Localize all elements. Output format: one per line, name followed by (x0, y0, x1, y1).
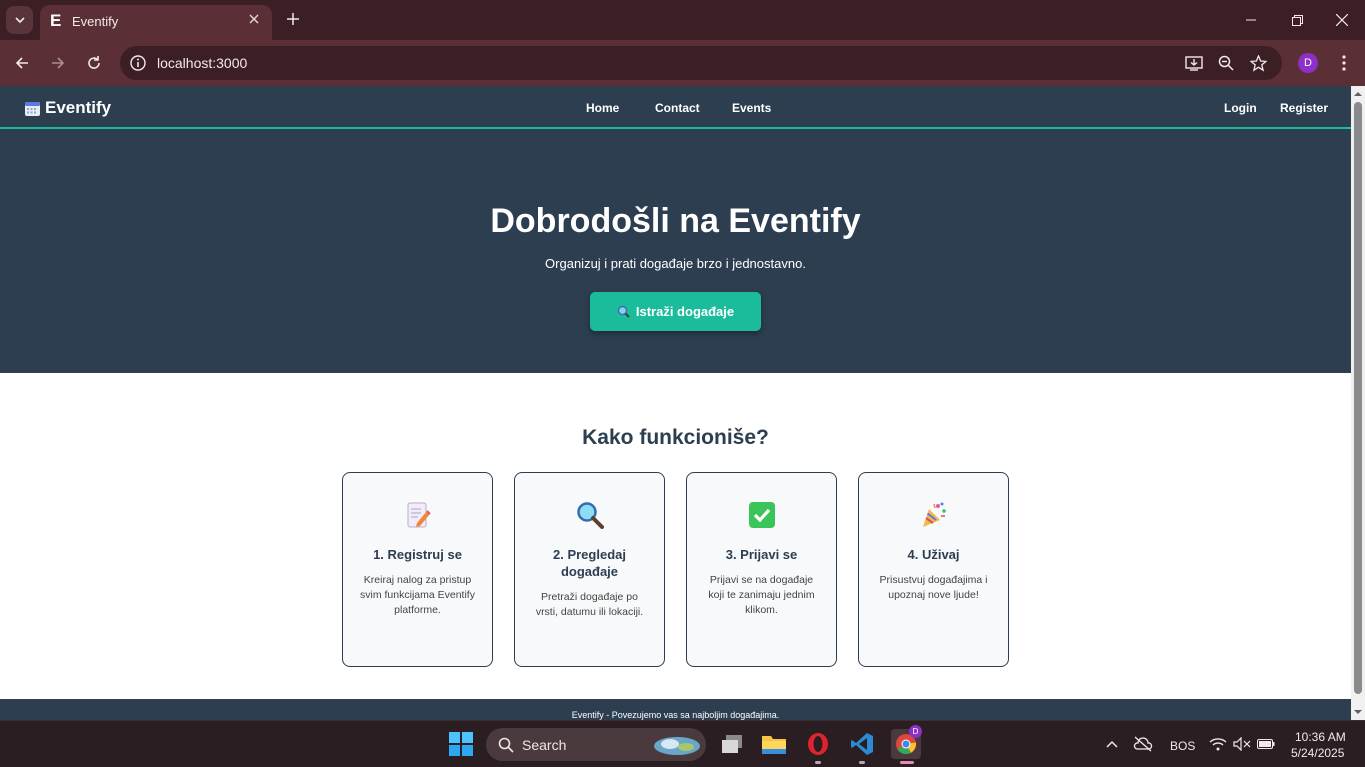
step-card-title: 2. Pregledaj događaje (553, 547, 626, 579)
brand-logo[interactable]: Eventify (24, 98, 111, 118)
site-footer: Eventify - Povezujemo vas sa najboljim d… (0, 699, 1351, 720)
running-indicator (859, 761, 865, 764)
site-navbar: Eventify Home Contact Events Login Regis… (0, 86, 1351, 129)
page-scrollbar[interactable] (1351, 86, 1365, 720)
explore-events-button[interactable]: Istraži događaje (590, 292, 761, 331)
start-button[interactable] (446, 729, 476, 759)
forward-button[interactable] (45, 50, 71, 76)
calendar-icon (25, 101, 40, 116)
active-indicator (900, 761, 914, 764)
taskbar-search-label: Search (522, 737, 567, 753)
step-card-title: 1. Registruj se (373, 547, 462, 562)
browser-toolbar: localhost:3000 D (0, 40, 1365, 86)
task-view-icon[interactable] (717, 729, 747, 759)
arrow-left-icon (15, 57, 28, 69)
restore-button[interactable] (1274, 0, 1320, 40)
nav-home-link[interactable]: Home (586, 101, 619, 115)
opera-browser-icon[interactable] (803, 729, 833, 759)
profile-avatar[interactable]: D (1298, 53, 1318, 73)
new-tab-button[interactable] (282, 8, 304, 30)
close-icon (1336, 14, 1348, 26)
restore-icon (1291, 14, 1303, 26)
magnifier-icon (515, 501, 664, 531)
explore-events-label: Istraži događaje (635, 304, 735, 319)
scroll-down-arrow-icon[interactable] (1354, 708, 1362, 716)
chrome-icon[interactable]: D (891, 725, 922, 759)
nav-login-link[interactable]: Login (1224, 101, 1257, 115)
party-popper-icon (859, 501, 1008, 531)
scroll-up-arrow-icon[interactable] (1354, 90, 1362, 98)
chevron-down-icon (14, 17, 25, 24)
tray-chevron-up-icon[interactable] (1097, 729, 1127, 759)
scrollbar-thumb[interactable] (1354, 102, 1362, 694)
taskbar-search[interactable]: Search (486, 728, 706, 761)
brand-name: Eventify (45, 98, 112, 117)
nav-events-link[interactable]: Events (732, 101, 771, 115)
tab-close-button[interactable] (244, 10, 264, 30)
minimize-button[interactable] (1228, 0, 1274, 40)
site-info-icon[interactable] (128, 53, 148, 73)
install-app-icon[interactable] (1184, 53, 1204, 73)
step-card-register: 1. Registruj se Kreiraj nalog za pristup… (342, 472, 493, 667)
file-explorer-icon[interactable] (759, 729, 789, 759)
search-highlight-icon (654, 737, 700, 755)
arrow-right-icon (52, 57, 65, 69)
url-text[interactable]: localhost:3000 (157, 55, 247, 71)
onedrive-offline-icon[interactable] (1128, 729, 1158, 759)
step-card-text: Prisustvuj događajima i upoznaj nove lju… (879, 574, 988, 601)
clock-date[interactable]: 5/24/2025 (1291, 746, 1344, 760)
browser-tab-bar: E Eventify (0, 0, 1365, 40)
check-mark-icon (687, 501, 836, 531)
page-viewport: Eventify Home Contact Events Login Regis… (0, 86, 1351, 720)
address-bar[interactable]: localhost:3000 (120, 46, 1282, 80)
magnifier-icon (617, 305, 630, 318)
close-icon (249, 14, 259, 24)
step-card-title: 4. Uživaj (907, 547, 960, 562)
clock-time[interactable]: 10:36 AM (1295, 730, 1346, 744)
tab-title: Eventify (72, 14, 119, 29)
browser-tab[interactable]: E Eventify (40, 5, 272, 40)
search-icon (498, 737, 514, 753)
hero-section: Dobrodošli na Eventify Organizuj i prati… (0, 129, 1351, 373)
nav-register-link[interactable]: Register (1280, 101, 1328, 115)
windows-taskbar: Search D BOS 10:36 AM 5/24/2025 (0, 720, 1365, 767)
step-card-text: Kreiraj nalog za pristup svim funkcijama… (360, 574, 475, 616)
bookmark-star-icon[interactable] (1248, 53, 1268, 73)
browser-menu-button[interactable] (1334, 51, 1354, 75)
step-card-signup: 3. Prijavi se Prijavi se na događaje koj… (686, 472, 837, 667)
reload-icon (88, 56, 100, 69)
running-indicator (815, 761, 821, 764)
more-vertical-icon (1342, 55, 1346, 71)
vscode-icon[interactable] (847, 729, 877, 759)
tab-favicon-icon: E (50, 11, 62, 30)
battery-icon[interactable] (1251, 729, 1281, 759)
minimize-icon (1246, 19, 1256, 21)
tab-search-button[interactable] (6, 6, 33, 34)
step-card-text: Pretraži događaje po vrsti, datumu ili l… (535, 591, 644, 618)
how-it-works-title: Kako funkcioniše? (582, 426, 769, 449)
close-window-button[interactable] (1319, 0, 1365, 40)
back-button[interactable] (9, 50, 35, 76)
language-indicator[interactable]: BOS (1170, 739, 1195, 753)
step-card-title: 3. Prijavi se (725, 547, 798, 562)
hero-title: Dobrodošli na Eventify (490, 202, 861, 240)
nav-contact-link[interactable]: Contact (655, 101, 700, 115)
hero-subtitle: Organizuj i prati događaje brzo i jednos… (545, 256, 806, 271)
step-card-text: Prijavi se na događaje koji te zanimaju … (708, 574, 815, 616)
zoom-icon[interactable] (1216, 53, 1236, 73)
plus-icon (287, 13, 299, 25)
step-card-browse: 2. Pregledaj događaje Pretraži događaje … (514, 472, 665, 667)
memo-icon (343, 501, 492, 531)
chrome-profile-badge: D (909, 725, 922, 738)
windows-logo-icon (449, 732, 473, 756)
reload-button[interactable] (81, 50, 107, 76)
step-card-enjoy: 4. Uživaj Prisustvuj događajima i upozna… (858, 472, 1009, 667)
